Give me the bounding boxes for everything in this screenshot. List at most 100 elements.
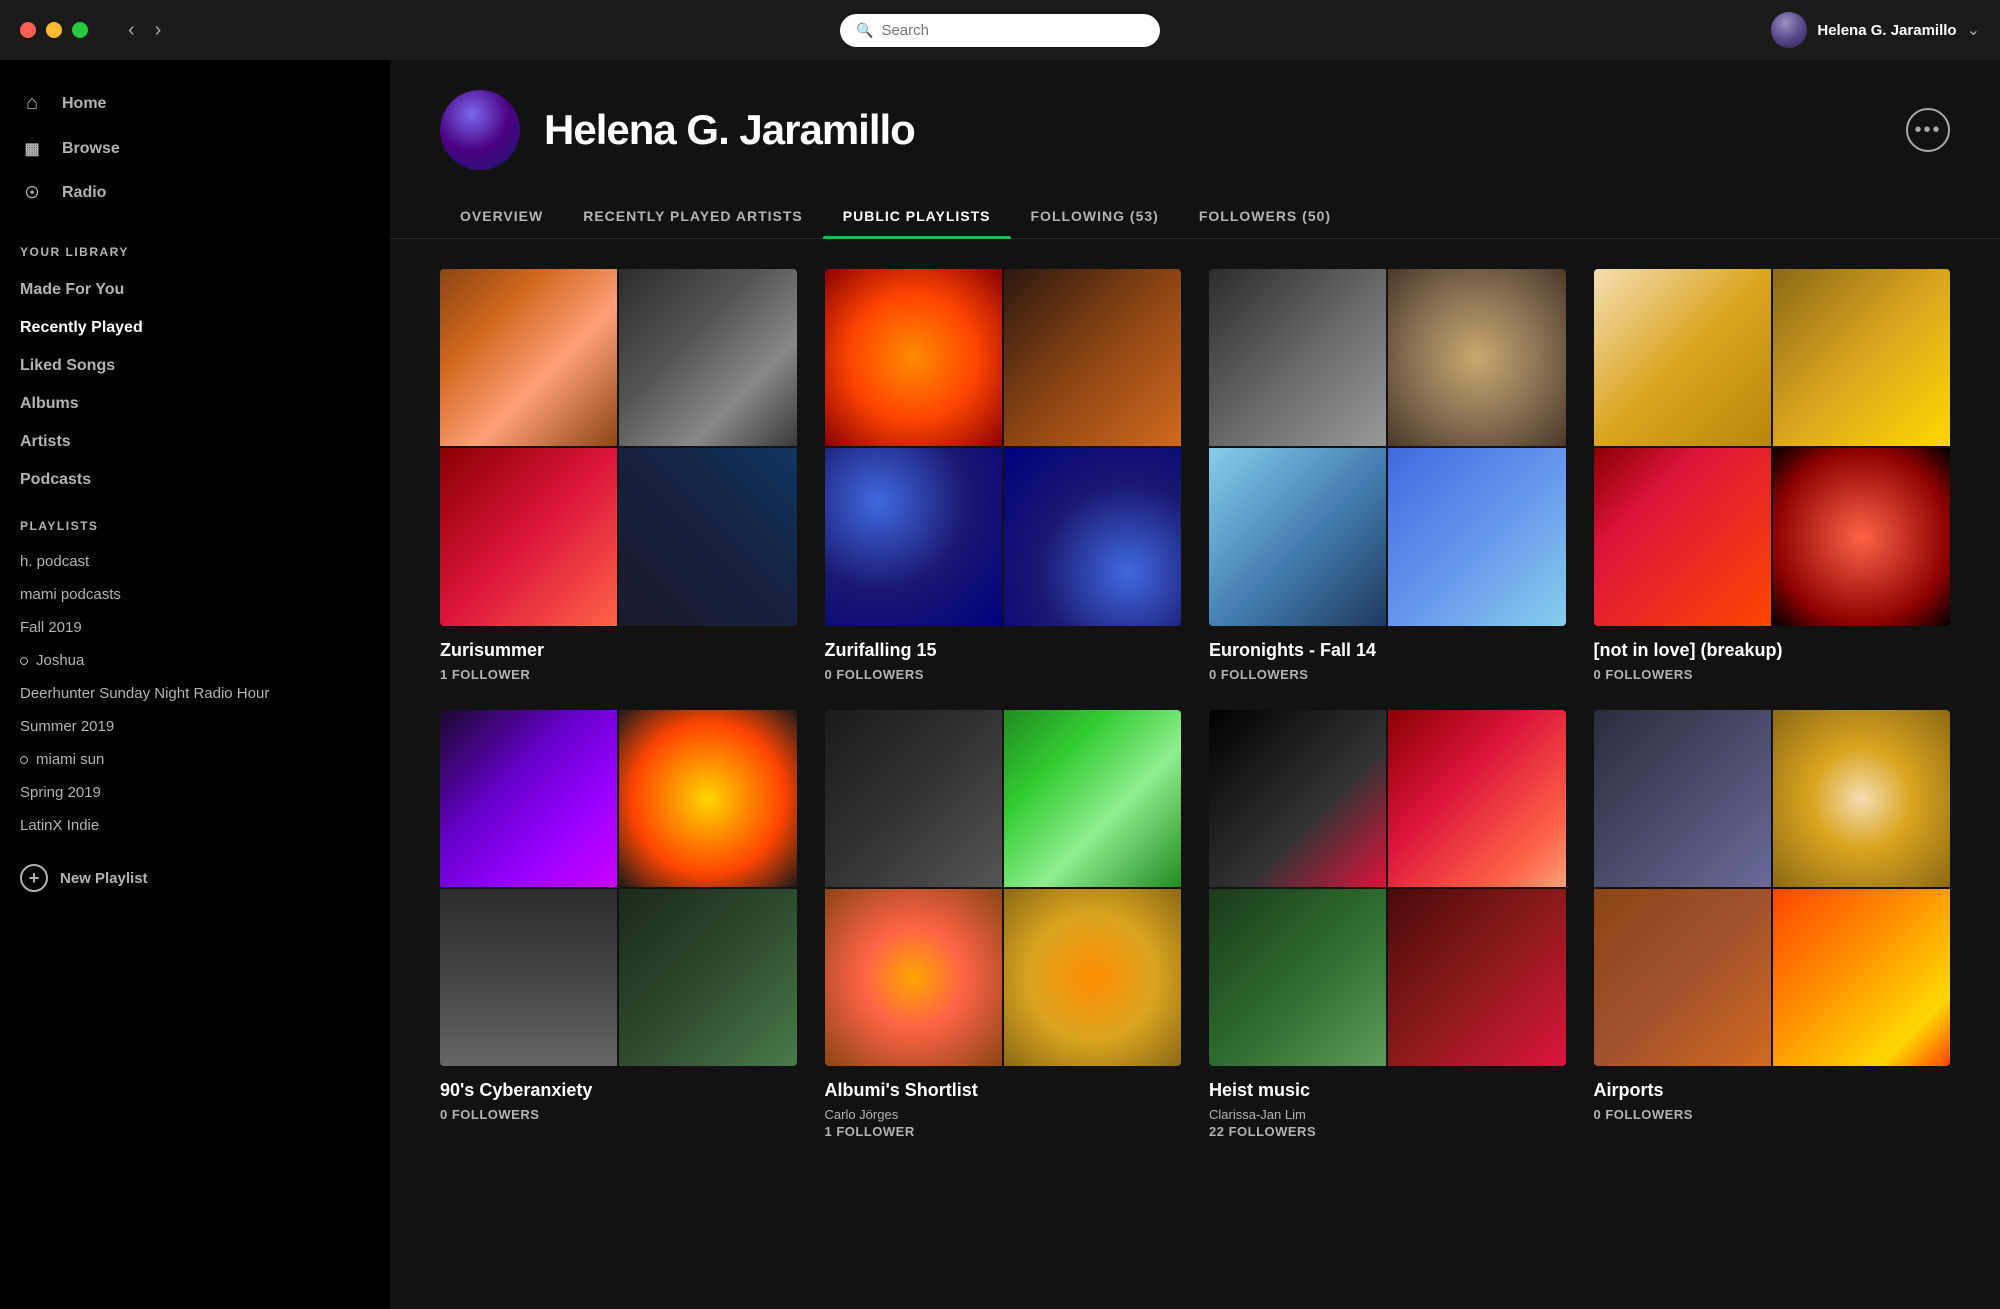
search-input[interactable] bbox=[881, 22, 1144, 39]
search-bar[interactable]: 🔍 bbox=[840, 14, 1160, 47]
sidebar-nav-home-label: Home bbox=[62, 95, 106, 113]
cover-image bbox=[1773, 448, 1950, 625]
sidebar-item-albums[interactable]: Albums bbox=[0, 385, 390, 423]
sidebar-item-liked-songs[interactable]: Liked Songs bbox=[0, 347, 390, 385]
tab-overview[interactable]: OVERVIEW bbox=[440, 194, 563, 238]
playlists-grid: Zurisummer 1 FOLLOWER Zurifalling 15 0 F… bbox=[390, 239, 2000, 1169]
sidebar-playlist-miami-sun[interactable]: miami sun bbox=[0, 743, 390, 776]
user-area[interactable]: Helena G. Jaramillo ⌄ bbox=[1771, 12, 1980, 48]
playlist-name: Zurifalling 15 bbox=[825, 640, 1182, 661]
nav-arrows: ‹ › bbox=[128, 19, 161, 42]
tabs: OVERVIEW RECENTLY PLAYED ARTISTS PUBLIC … bbox=[390, 170, 2000, 239]
cover-image bbox=[1594, 710, 1771, 887]
sidebar-playlist-fall-2019[interactable]: Fall 2019 bbox=[0, 611, 390, 644]
cover-image bbox=[1594, 889, 1771, 1066]
cover-image bbox=[825, 889, 1002, 1066]
cover-image bbox=[1388, 448, 1565, 625]
sidebar-playlist-spring-2019[interactable]: Spring 2019 bbox=[0, 776, 390, 809]
main-layout: ⌂ Home ▦ Browse ☉ Radio YOUR LIBRARY Mad… bbox=[0, 60, 2000, 1309]
tab-public-playlists[interactable]: PUBLIC PLAYLISTS bbox=[823, 194, 1011, 238]
sidebar-item-home[interactable]: ⌂ Home bbox=[20, 80, 370, 127]
sidebar-playlist-summer-2019[interactable]: Summer 2019 bbox=[0, 710, 390, 743]
playlist-cover bbox=[1594, 710, 1951, 1067]
playlist-card-albumi[interactable]: Albumi's Shortlist Carlo Jörges 1 FOLLOW… bbox=[825, 710, 1182, 1140]
playlist-card-airports[interactable]: Airports 0 FOLLOWERS bbox=[1594, 710, 1951, 1140]
sidebar-playlist-mami-podcasts[interactable]: mami podcasts bbox=[0, 578, 390, 611]
sidebar-playlist-joshua[interactable]: Joshua bbox=[0, 644, 390, 677]
playlist-followers: 1 FOLLOWER bbox=[825, 1124, 1182, 1139]
playlist-followers: 22 FOLLOWERS bbox=[1209, 1124, 1566, 1139]
playlist-card-euronights[interactable]: Euronights - Fall 14 0 FOLLOWERS bbox=[1209, 269, 1566, 682]
sidebar-nav-radio-label: Radio bbox=[62, 184, 106, 202]
cover-image bbox=[619, 269, 796, 446]
avatar bbox=[1771, 12, 1807, 48]
cover-image bbox=[825, 448, 1002, 625]
cover-image bbox=[619, 448, 796, 625]
sidebar-item-radio[interactable]: ☉ Radio bbox=[20, 171, 370, 215]
sidebar-playlist-label: miami sun bbox=[36, 751, 104, 768]
new-playlist-button[interactable]: + New Playlist bbox=[0, 852, 390, 904]
sidebar-item-made-for-you[interactable]: Made For You bbox=[0, 271, 390, 309]
cover-image bbox=[1388, 269, 1565, 446]
cover-image bbox=[1209, 889, 1386, 1066]
sidebar-item-browse[interactable]: ▦ Browse bbox=[20, 127, 370, 171]
cover-image bbox=[1773, 889, 1950, 1066]
playlist-cover bbox=[825, 269, 1182, 626]
chevron-down-icon[interactable]: ⌄ bbox=[1967, 20, 1980, 40]
more-options-button[interactable]: ••• bbox=[1906, 108, 1950, 152]
cover-image bbox=[1594, 269, 1771, 446]
home-icon: ⌂ bbox=[20, 92, 44, 115]
playlist-followers: 0 FOLLOWERS bbox=[825, 667, 1182, 682]
maximize-button[interactable] bbox=[72, 22, 88, 38]
playlist-card-notinlove[interactable]: [not in love] (breakup) 0 FOLLOWERS bbox=[1594, 269, 1951, 682]
playlist-card-heist[interactable]: Heist music Clarissa-Jan Lim 22 FOLLOWER… bbox=[1209, 710, 1566, 1140]
sidebar-playlist-label: Fall 2019 bbox=[20, 619, 82, 636]
sidebar-playlist-label: h. podcast bbox=[20, 553, 89, 570]
tab-followers[interactable]: FOLLOWERS (50) bbox=[1179, 194, 1351, 238]
playlist-cover bbox=[1594, 269, 1951, 626]
cover-image bbox=[440, 269, 617, 446]
dot-circle-icon bbox=[20, 657, 28, 665]
playlist-card-zurisummer[interactable]: Zurisummer 1 FOLLOWER bbox=[440, 269, 797, 682]
back-arrow[interactable]: ‹ bbox=[128, 19, 135, 42]
dot-circle-icon bbox=[20, 756, 28, 764]
sidebar-playlist-label: mami podcasts bbox=[20, 586, 121, 603]
close-button[interactable] bbox=[20, 22, 36, 38]
cover-image bbox=[1209, 448, 1386, 625]
tab-following[interactable]: FOLLOWING (53) bbox=[1011, 194, 1179, 238]
sidebar-playlist-deerhunter[interactable]: Deerhunter Sunday Night Radio Hour bbox=[0, 677, 390, 710]
sidebar-playlist-label: Summer 2019 bbox=[20, 718, 114, 735]
cover-image bbox=[825, 269, 1002, 446]
traffic-lights bbox=[20, 22, 88, 38]
playlist-followers: 0 FOLLOWERS bbox=[1209, 667, 1566, 682]
radio-icon: ☉ bbox=[20, 183, 44, 203]
cover-image bbox=[1004, 710, 1181, 887]
browse-icon: ▦ bbox=[20, 139, 44, 159]
sidebar-playlist-label: LatinX Indie bbox=[20, 817, 99, 834]
playlist-followers: 0 FOLLOWERS bbox=[1594, 1107, 1951, 1122]
cover-image bbox=[619, 889, 796, 1066]
profile-header: Helena G. Jaramillo ••• bbox=[390, 60, 2000, 170]
forward-arrow[interactable]: › bbox=[155, 19, 162, 42]
sidebar-playlist-latinx-indie[interactable]: LatinX Indie bbox=[0, 809, 390, 842]
sidebar-playlist-h-podcast[interactable]: h. podcast bbox=[0, 545, 390, 578]
sidebar: ⌂ Home ▦ Browse ☉ Radio YOUR LIBRARY Mad… bbox=[0, 60, 390, 1309]
playlist-cover bbox=[1209, 269, 1566, 626]
cover-image bbox=[1388, 710, 1565, 887]
playlists-section-title: PLAYLISTS bbox=[0, 499, 390, 545]
titlebar: ‹ › 🔍 Helena G. Jaramillo ⌄ bbox=[0, 0, 2000, 60]
playlist-cover bbox=[440, 710, 797, 1067]
tab-recently-played-artists[interactable]: RECENTLY PLAYED ARTISTS bbox=[563, 194, 823, 238]
content-area: Helena G. Jaramillo ••• OVERVIEW RECENTL… bbox=[390, 60, 2000, 1309]
cover-image bbox=[1004, 889, 1181, 1066]
sidebar-item-podcasts[interactable]: Podcasts bbox=[0, 461, 390, 499]
cover-image bbox=[1209, 710, 1386, 887]
minimize-button[interactable] bbox=[46, 22, 62, 38]
sidebar-playlist-label: Deerhunter Sunday Night Radio Hour bbox=[20, 685, 269, 702]
user-name-label: Helena G. Jaramillo bbox=[1817, 22, 1956, 39]
sidebar-item-artists[interactable]: Artists bbox=[0, 423, 390, 461]
playlist-card-90scyber[interactable]: 90's Cyberanxiety 0 FOLLOWERS bbox=[440, 710, 797, 1140]
playlist-card-zurifalling[interactable]: Zurifalling 15 0 FOLLOWERS bbox=[825, 269, 1182, 682]
cover-image bbox=[1388, 889, 1565, 1066]
sidebar-item-recently-played[interactable]: Recently Played bbox=[0, 309, 390, 347]
